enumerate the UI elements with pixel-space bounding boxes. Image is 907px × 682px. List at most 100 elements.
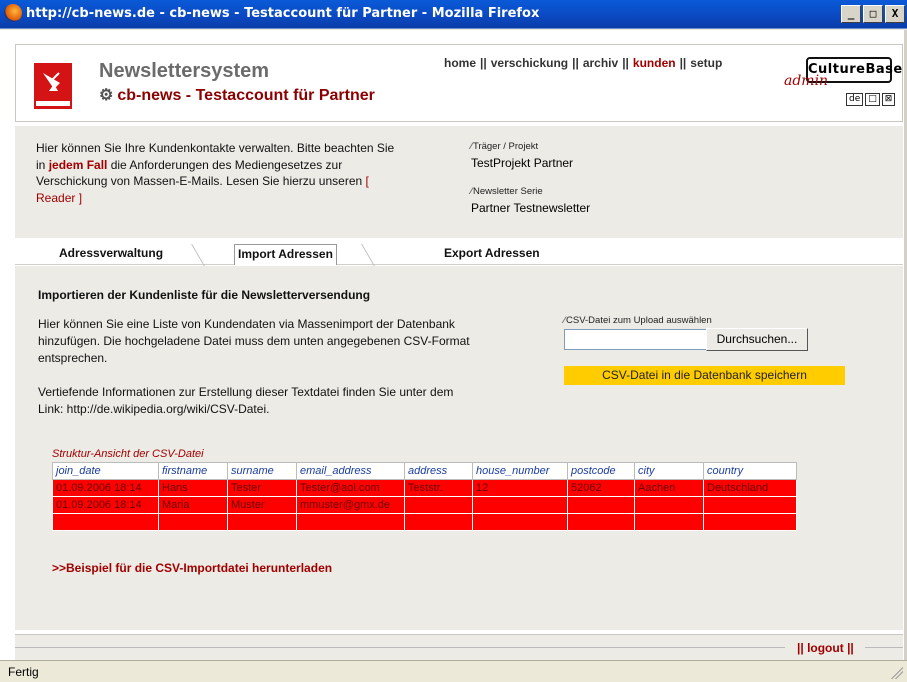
lang-option-button[interactable]: □ — [865, 93, 880, 106]
minimize-button[interactable]: _ — [841, 5, 861, 23]
tab-import-adressen[interactable]: Import Adressen — [234, 244, 337, 265]
table-cell: Teststr. — [404, 479, 473, 497]
logout-separator: || — [847, 641, 854, 655]
table-cell — [158, 513, 228, 531]
table-cell: Tester — [227, 479, 297, 497]
lang-de-button[interactable]: de — [846, 93, 864, 106]
account-name: cb-news - Testaccount für Partner — [117, 87, 375, 104]
tab-adressverwaltung[interactable]: Adressverwaltung — [59, 246, 163, 260]
column-header: country — [703, 462, 797, 480]
table-cell: 52062 — [567, 479, 635, 497]
description-link-paragraph: Vertiefende Informationen zur Erstellung… — [38, 385, 454, 416]
column-header: firstname — [158, 462, 228, 480]
nav-home[interactable]: home — [444, 56, 476, 70]
table-cell: 01.09.2006 18:14 — [52, 479, 159, 497]
table-cell: 12 — [472, 479, 568, 497]
status-bar: Fertig — [0, 660, 907, 682]
table-cell — [703, 513, 797, 531]
project-value: TestProjekt Partner — [471, 156, 574, 170]
table-row: 01.09.2006 18:14 Hans Tester Tester@aol.… — [52, 479, 797, 497]
intro-text: Hier können Sie Ihre Kundenkontakte verw… — [36, 141, 395, 205]
logo-icon — [34, 63, 72, 109]
firefox-icon — [4, 4, 22, 22]
table-cell: Tester@aol.com — [296, 479, 405, 497]
table-cell — [296, 513, 405, 531]
tab-bar: Adressverwaltung Import Adressen Export … — [15, 243, 903, 268]
column-header: city — [634, 462, 704, 480]
series-value: Partner Testnewsletter — [471, 201, 591, 215]
table-cell — [52, 513, 159, 531]
import-description: Hier können Sie eine Liste von Kundendat… — [38, 316, 478, 435]
close-button[interactable]: X — [885, 5, 905, 23]
table-header-row: join_date firstname surname email_addres… — [52, 462, 797, 480]
browser-window: http://cb-news.de - cb-news - Testaccoun… — [0, 0, 907, 682]
nav-archiv[interactable]: archiv — [583, 56, 618, 70]
project-info: Träger / Projekt TestProjekt Partner New… — [471, 138, 590, 216]
table-cell: Aachen — [634, 479, 704, 497]
table-cell — [404, 513, 473, 531]
download-example-link[interactable]: >>Beispiel für die CSV-Importdatei herun… — [52, 561, 332, 575]
column-header: address — [404, 462, 473, 480]
table-cell — [227, 513, 297, 531]
page-viewport: Newslettersystem ⚙ cb-news - Testaccount … — [0, 30, 907, 660]
series-label: Newsletter Serie — [471, 183, 590, 200]
gear-icon: ⚙ — [99, 87, 114, 104]
table-cell — [567, 496, 635, 514]
column-header: postcode — [567, 462, 635, 480]
table-cell: Muster — [227, 496, 297, 514]
nav-setup[interactable]: setup — [690, 56, 722, 70]
page-header: Newslettersystem ⚙ cb-news - Testaccount … — [15, 44, 903, 122]
nav-kunden[interactable]: kunden — [633, 56, 676, 70]
table-cell: 01.09.2006 18:14 — [52, 496, 159, 514]
table-cell: Hans — [158, 479, 228, 497]
column-header: house_number — [472, 462, 568, 480]
antenna-icon — [43, 72, 60, 91]
save-csv-button[interactable]: CSV-Datei in die Datenbank speichern — [564, 366, 845, 385]
window-title: http://cb-news.de - cb-news - Testaccoun… — [26, 6, 540, 21]
title-bar: http://cb-news.de - cb-news - Testaccoun… — [0, 0, 907, 29]
nav-verschickung[interactable]: verschickung — [491, 56, 568, 70]
brand-admin: admin — [784, 73, 829, 89]
culturebase-logo: CultureBase admin — [784, 57, 902, 89]
table-cell: Maria — [158, 496, 228, 514]
app-name: Newslettersystem — [99, 60, 270, 82]
section-heading: Importieren der Kundenliste für die News… — [38, 288, 371, 302]
upload-label: CSV-Datei zum Upload auswählen — [564, 315, 712, 326]
top-navigation: home || verschickung || archiv || kunden || setu… — [444, 56, 722, 70]
table-cell — [472, 496, 568, 514]
project-label: Träger / Projekt — [471, 138, 590, 155]
table-cell — [634, 496, 704, 514]
table-row: 01.09.2006 18:14 Maria Muster mmuster@gm… — [52, 496, 797, 514]
language-switcher: de □ ⊠ — [846, 93, 896, 106]
table-title: Struktur-Ansicht der CSV-Datei — [52, 448, 204, 460]
status-text: Fertig — [8, 665, 39, 679]
table-cell: Deutschland — [703, 479, 797, 497]
logout-area: || logout || — [797, 641, 854, 655]
table-cell — [472, 513, 568, 531]
table-row — [52, 513, 797, 531]
table-cell — [404, 496, 473, 514]
column-header: surname — [227, 462, 297, 480]
page-footer: || logout || — [15, 634, 903, 660]
account-title: ⚙ cb-news - Testaccount für Partner — [99, 85, 375, 105]
file-upload-input[interactable] — [564, 329, 707, 350]
nav-separator: || — [679, 56, 687, 70]
table-cell — [634, 513, 704, 531]
maximize-button[interactable]: □ — [863, 5, 883, 23]
column-header: email_address — [296, 462, 405, 480]
column-header: join_date — [52, 462, 159, 480]
nav-separator: || — [622, 56, 629, 70]
description-paragraph: Hier können Sie eine Liste von Kundendat… — [38, 317, 470, 365]
table-cell — [703, 496, 797, 514]
table-cell — [567, 513, 635, 531]
tab-export-adressen[interactable]: Export Adressen — [444, 246, 540, 260]
table-cell: mmuster@gmx.de — [296, 496, 405, 514]
logout-link[interactable]: logout — [807, 641, 844, 655]
intro-highlight: jedem Fall — [48, 157, 108, 172]
lang-option-button[interactable]: ⊠ — [881, 93, 896, 106]
resize-grip-icon[interactable] — [891, 667, 903, 679]
nav-separator: || — [480, 56, 487, 70]
logout-separator: || — [797, 641, 804, 655]
nav-separator: || — [572, 56, 579, 70]
browse-button[interactable]: Durchsuchen... — [706, 328, 808, 351]
